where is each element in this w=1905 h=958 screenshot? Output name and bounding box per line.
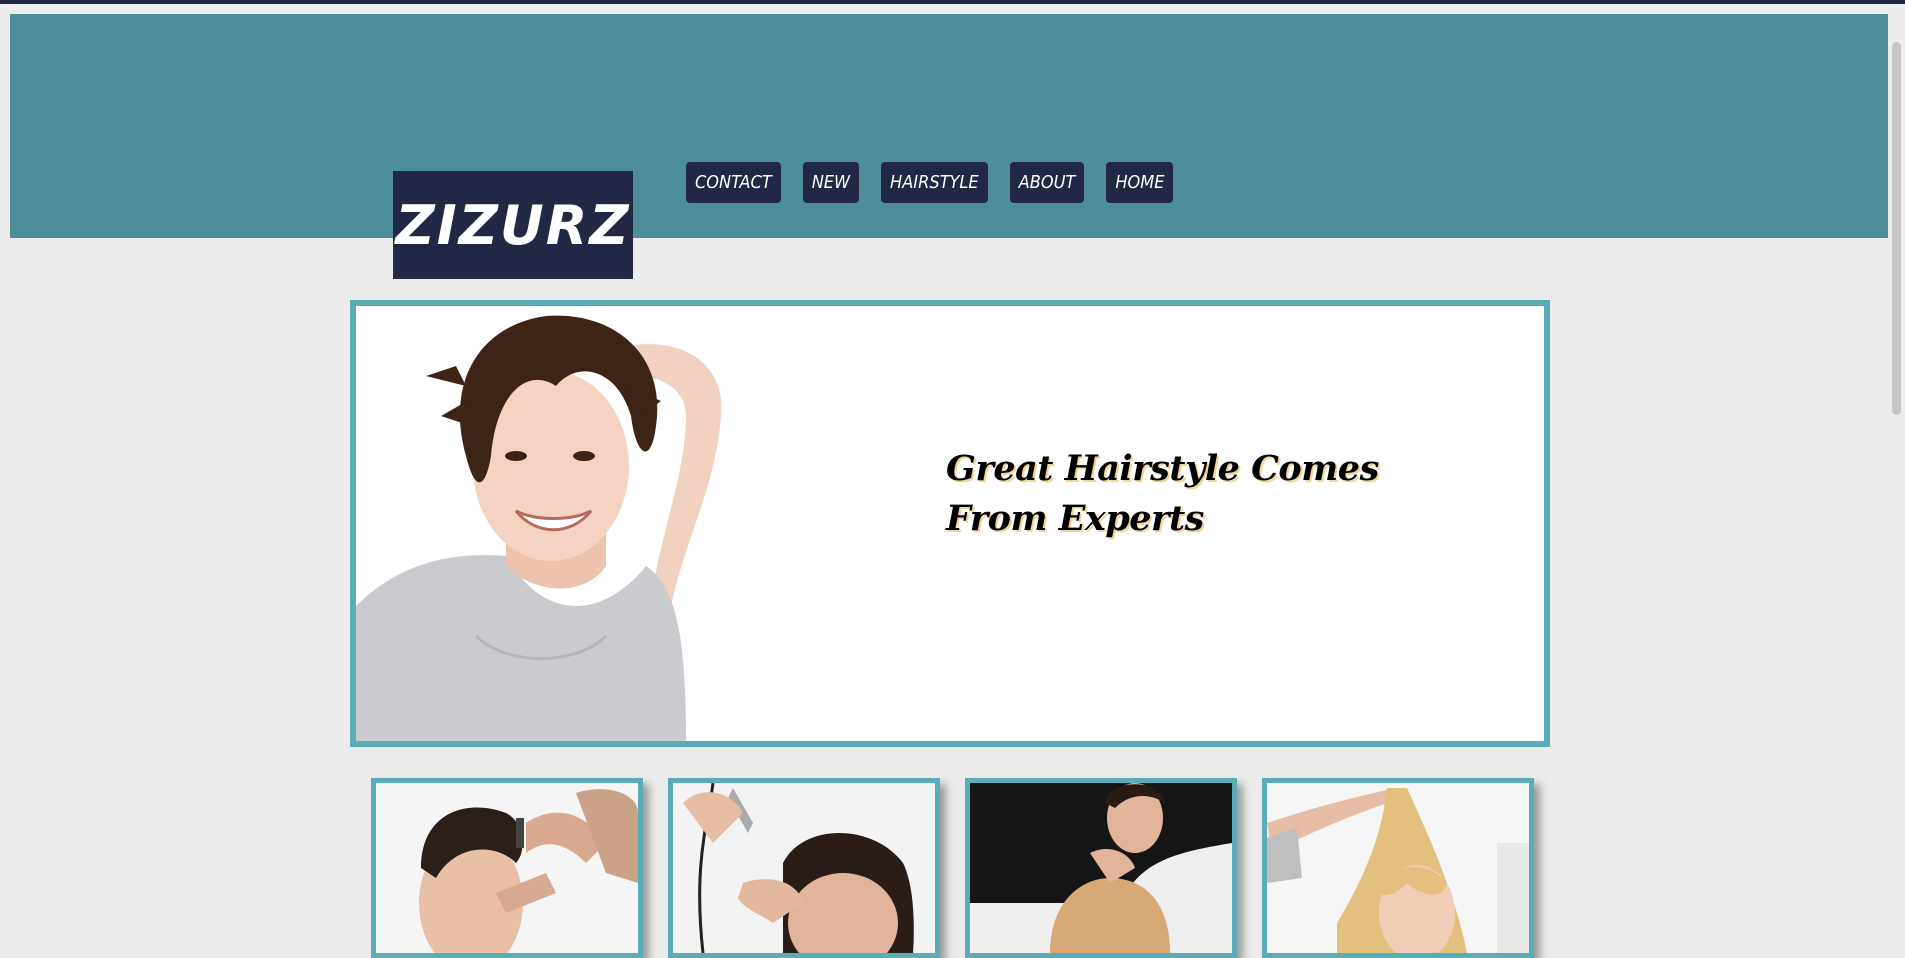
nav-home-button[interactable]: HOME [1106, 162, 1174, 203]
main-nav: CONTACT NEW HAIRSTYLE ABOUT HOME [686, 162, 1174, 203]
man-haircut-image [376, 783, 638, 953]
hero-headline: Great Hairstyle Comes From Experts [946, 444, 1379, 544]
nav-contact-button[interactable]: CONTACT [686, 162, 781, 203]
page-scrollbar[interactable] [1888, 14, 1905, 945]
hero-headline-line1: Great Hairstyle Comes [946, 448, 1379, 489]
top-border [0, 0, 1905, 4]
site-logo[interactable]: ZIZURZ [393, 171, 633, 279]
site-header [10, 14, 1888, 238]
hero-headline-line2: From Experts [946, 498, 1204, 539]
gallery-thumb-2[interactable] [668, 778, 940, 958]
hero-woman-image [356, 315, 722, 741]
stylist-haircut-image [970, 783, 1232, 953]
gallery-thumb-4[interactable] [1262, 778, 1534, 958]
nav-hairstyle-button[interactable]: HAIRSTYLE [881, 162, 988, 203]
nav-new-button[interactable]: NEW [802, 162, 860, 203]
nav-about-button[interactable]: ABOUT [1009, 162, 1085, 203]
hero-banner: Great Hairstyle Comes From Experts [350, 300, 1550, 747]
blonde-hair-image [1267, 783, 1529, 953]
scrollbar-thumb[interactable] [1892, 42, 1901, 415]
gallery-thumb-3[interactable] [965, 778, 1237, 958]
gallery-thumb-1[interactable] [371, 778, 643, 958]
clipper-haircut-image [673, 783, 935, 953]
